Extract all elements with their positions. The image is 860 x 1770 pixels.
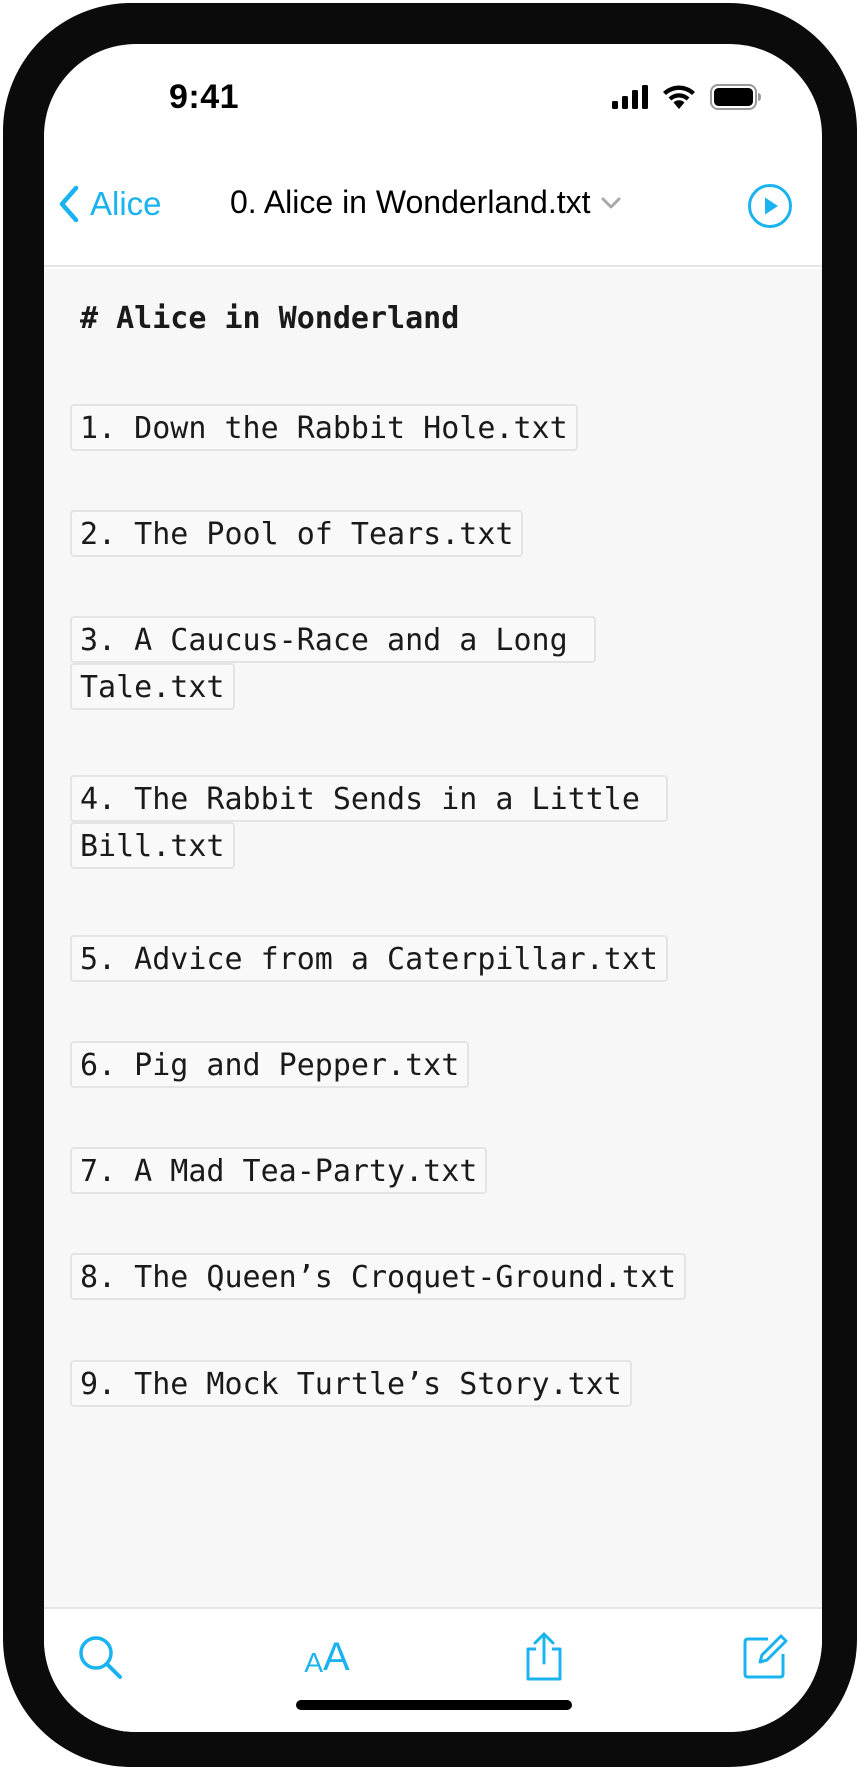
play-circle-icon [748, 184, 792, 228]
file-link-2[interactable]: 2. The Pool of Tears.txt [70, 510, 524, 557]
document-heading: # Alice in Wonderland [80, 301, 460, 336]
text-size-button[interactable]: A A [292, 1631, 362, 1683]
text-size-icon: A A [304, 1635, 350, 1679]
file-link-8[interactable]: 8. The Queen’s Croquet-Ground.txt [70, 1253, 687, 1300]
file-link-text[interactable]: 7. A Mad Tea-Party.txt [70, 1147, 488, 1194]
device-bezel: 9:41 Alice 0. Alice in Wonderland.txt # … [0, 0, 860, 1770]
file-link-text[interactable]: 4. The Rabbit Sends in a Little [70, 775, 668, 822]
file-link-4[interactable]: 4. The Rabbit Sends in a Little Bill.txt [70, 775, 668, 869]
back-label: Alice [90, 185, 162, 222]
file-link-text[interactable]: 8. The Queen’s Croquet-Ground.txt [70, 1253, 687, 1300]
status-bar: 9:41 [44, 44, 822, 154]
file-link-text[interactable]: 3. A Caucus-Race and a Long [70, 616, 596, 663]
document-title-menu[interactable]: 0. Alice in Wonderland.txt [230, 184, 621, 221]
file-link-text[interactable]: 9. The Mock Turtle’s Story.txt [70, 1360, 632, 1407]
chevron-left-icon [59, 185, 79, 223]
share-icon [526, 1632, 562, 1681]
bottom-toolbar: A A [44, 1607, 822, 1732]
search-icon [79, 1636, 122, 1679]
screen: 9:41 Alice 0. Alice in Wonderland.txt # … [44, 44, 822, 1732]
wifi-icon [663, 85, 695, 109]
file-link-text[interactable]: 2. The Pool of Tears.txt [70, 510, 524, 557]
navigation-bar: Alice 0. Alice in Wonderland.txt [44, 154, 822, 267]
share-button[interactable] [518, 1631, 570, 1683]
compose-icon [743, 1634, 788, 1679]
battery-icon [710, 84, 761, 110]
file-link-text[interactable]: Tale.txt [70, 663, 235, 710]
compose-button[interactable] [739, 1631, 791, 1683]
search-button[interactable] [74, 1631, 126, 1683]
home-indicator[interactable] [296, 1700, 572, 1710]
document-editor[interactable]: # Alice in Wonderland 1. Down the Rabbit… [44, 269, 822, 1607]
status-time: 9:41 [168, 78, 240, 116]
file-link-1[interactable]: 1. Down the Rabbit Hole.txt [70, 404, 578, 451]
device-frame: 9:41 Alice 0. Alice in Wonderland.txt # … [3, 3, 857, 1767]
file-link-6[interactable]: 6. Pig and Pepper.txt [70, 1041, 470, 1088]
file-link-9[interactable]: 9. The Mock Turtle’s Story.txt [70, 1360, 632, 1407]
cellular-signal-icon [612, 85, 648, 109]
file-link-5[interactable]: 5. Advice from a Caterpillar.txt [70, 935, 668, 982]
document-title: 0. Alice in Wonderland.txt [230, 184, 591, 220]
file-link-7[interactable]: 7. A Mad Tea-Party.txt [70, 1147, 488, 1194]
file-link-text[interactable]: 6. Pig and Pepper.txt [70, 1041, 470, 1088]
file-link-text[interactable]: 5. Advice from a Caterpillar.txt [70, 935, 668, 982]
file-link-3[interactable]: 3. A Caucus-Race and a Long Tale.txt [70, 616, 596, 710]
file-link-text[interactable]: 1. Down the Rabbit Hole.txt [70, 404, 578, 451]
preview-button[interactable] [746, 182, 794, 230]
chevron-down-icon [601, 197, 620, 208]
file-link-text[interactable]: Bill.txt [70, 822, 235, 869]
status-icons [612, 82, 762, 112]
back-button[interactable]: Alice [58, 180, 162, 228]
